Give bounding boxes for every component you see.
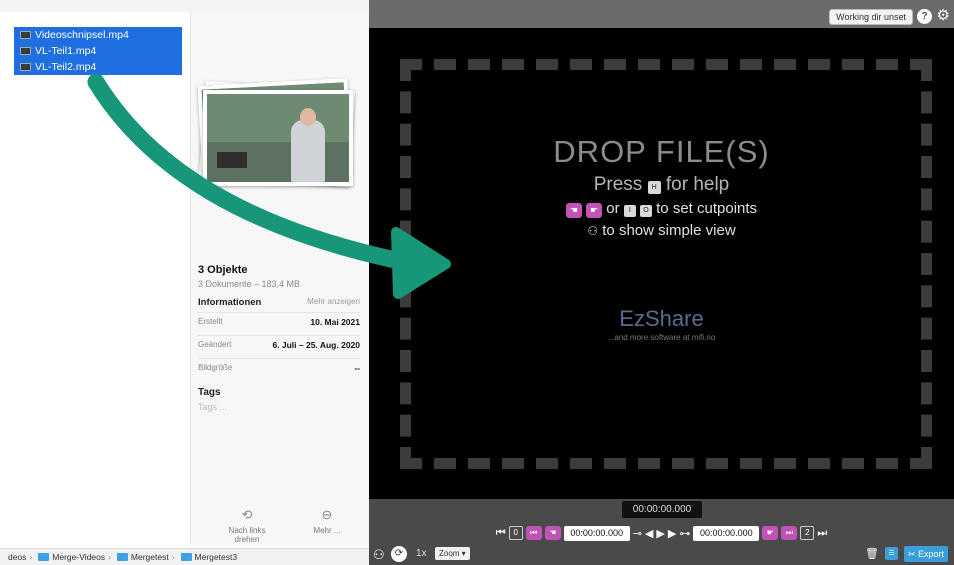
finder-toolbar <box>0 0 369 12</box>
folder-icon <box>38 553 50 561</box>
video-file-icon <box>20 47 31 55</box>
simple-view-hint: ⚇ to show simple view <box>587 222 736 239</box>
more-button[interactable]: ⊖ Mehr ... <box>302 507 352 544</box>
action-label: Nach links drehen <box>228 526 266 544</box>
info-key: Bildgröße <box>198 363 233 372</box>
simple-mode-toggle-icon[interactable]: ⚇ <box>373 547 385 563</box>
playback-controls: ⏮ 0 ⏮ ☚ 00:00:00.000 ⊸ ◀ ▶ ▶ ⊶ 00:00:00.… <box>369 524 954 542</box>
export-button[interactable]: ✂ Export <box>904 546 949 562</box>
file-row[interactable]: Videoschnipsel.mp4 <box>14 27 182 43</box>
jump-cut-end-icon[interactable]: ⏭ <box>781 526 798 540</box>
working-dir-button[interactable]: Working dir unset <box>829 9 913 25</box>
set-start-hand-icon: ☚ <box>565 203 582 218</box>
current-time-display[interactable]: 00:00:00.000 <box>622 501 702 518</box>
info-value: 10. Mai 2021 <box>310 317 360 327</box>
set-cut-start-icon[interactable]: ☚ <box>544 526 561 540</box>
file-name: VL-Teil1.mp4 <box>35 45 97 57</box>
preview-thumbnail-stack <box>197 78 358 190</box>
file-row[interactable]: VL-Teil2.mp4 <box>14 59 182 75</box>
path-segment[interactable]: Mergetest <box>131 552 169 562</box>
info-key: Erstellt <box>198 317 223 326</box>
file-name: VL-Teil2.mp4 <box>35 61 97 73</box>
more-icon: ⊖ <box>321 507 333 522</box>
file-list: Videoschnipsel.mp4 VL-Teil1.mp4 VL-Teil2… <box>14 27 182 75</box>
key-h-icon: H <box>647 181 661 194</box>
control-panel: 00:00:00.000 ⏮ 0 ⏮ ☚ 00:00:00.000 ⊸ ◀ ▶ … <box>369 499 954 565</box>
help-icon[interactable]: ? <box>917 9 932 24</box>
summary-title: 3 Objekte <box>198 264 248 276</box>
play-icon[interactable]: ▶ <box>656 527 664 540</box>
summary-subtitle: 3 Dokumente – 183,4 MB <box>198 279 301 289</box>
info-row-modified: Geändert 6. Juli – 25. Aug. 2020 <box>198 335 360 354</box>
brand-name[interactable]: EzShare <box>369 306 954 332</box>
start-segment-number[interactable]: 0 <box>508 526 523 540</box>
show-more-link[interactable]: Mehr anzeigen <box>307 297 360 308</box>
folder-icon <box>116 553 128 561</box>
video-file-icon <box>20 63 31 71</box>
simple-mode-icon: ⚇ <box>587 224 599 238</box>
drop-zone[interactable] <box>400 59 932 469</box>
path-bar: deos › Merge-Videos › Mergetest › Merget… <box>0 548 369 565</box>
brand-block: EzShare ...and more software at mifi.no <box>369 306 954 342</box>
video-file-icon <box>20 31 31 39</box>
set-cut-end-icon[interactable]: ☛ <box>762 526 779 540</box>
file-row[interactable]: VL-Teil1.mp4 <box>14 43 182 59</box>
rotate-left-icon: ⟲ <box>241 507 253 522</box>
cutpoint-hint: ☚ ☛ or I O to set cutpoints <box>369 200 954 218</box>
trash-icon[interactable]: 🗑 <box>865 547 879 560</box>
info-row-created: Erstellt 10. Mai 2021 <box>198 312 360 331</box>
action-label: Mehr ... <box>313 526 341 535</box>
drop-title: DROP FILE(S) <box>553 134 770 169</box>
set-end-hand-icon: ☛ <box>586 203 603 218</box>
tags-label: Tags <box>198 387 221 398</box>
finder-window: Videoschnipsel.mp4 VL-Teil1.mp4 VL-Teil2… <box>0 0 369 565</box>
folder-icon <box>180 553 192 561</box>
tags-input[interactable]: Tags ... <box>198 402 360 412</box>
info-row-image-size: Bildgröße -- <box>198 358 360 377</box>
zoom-select[interactable]: Zoom ▾ <box>435 547 470 560</box>
jump-end-icon[interactable]: ⏭ <box>817 527 827 540</box>
step-back-icon[interactable]: ◀ <box>645 527 653 540</box>
info-value: 6. Juli – 25. Aug. 2020 <box>272 340 360 350</box>
path-segment[interactable]: deos <box>8 552 26 562</box>
cut-start-time-input[interactable]: 00:00:00.000 <box>563 525 630 541</box>
rotate-left-button[interactable]: ⟲ Nach links drehen <box>222 507 272 544</box>
key-i-icon: I <box>623 205 636 217</box>
info-key: Geändert <box>198 340 232 349</box>
key-end-icon[interactable]: ⊶ <box>679 527 690 540</box>
help-hint: Press H for help <box>593 174 730 195</box>
brand-subtitle: ...and more software at mifi.no <box>607 333 716 342</box>
segments-list-icon[interactable]: ☰ <box>885 547 898 560</box>
key-o-icon: O <box>639 205 652 217</box>
info-value: -- <box>354 363 360 373</box>
step-forward-icon[interactable]: ▶ <box>668 527 676 540</box>
path-segment[interactable]: Merge-Videos <box>52 552 105 562</box>
top-bar: Working dir unset ? ⚙ <box>369 0 954 28</box>
rotation-icon[interactable]: ⟳ <box>391 546 407 562</box>
file-name: Videoschnipsel.mp4 <box>35 29 129 41</box>
quick-actions: ⟲ Nach links drehen ⊖ Mehr ... <box>222 507 352 544</box>
drop-instructions: DROP FILE(S) Press H for help ☚ ☛ or I O… <box>369 134 954 239</box>
playback-speed[interactable]: 1x <box>416 548 427 559</box>
key-start-icon[interactable]: ⊸ <box>633 527 642 540</box>
preview-thumbnail-front <box>203 90 353 186</box>
jump-start-icon[interactable]: ⏮ <box>496 527 506 540</box>
gear-icon[interactable]: ⚙ <box>937 7 950 25</box>
info-panel: 3 Objekte 3 Dokumente – 183,4 MB Informa… <box>198 264 360 412</box>
info-header: Informationen <box>198 297 262 308</box>
end-segment-number[interactable]: 2 <box>800 526 815 540</box>
path-segment[interactable]: Mergetest3 <box>195 552 238 562</box>
bottom-toolbar: ⚇ ⟳ 1x Zoom ▾ 🗑 ☰ ✂ Export <box>369 545 954 565</box>
cut-end-time-input[interactable]: 00:00:00.000 <box>693 525 760 541</box>
video-editor-window: Working dir unset ? ⚙ DROP FILE(S) Press… <box>369 0 954 565</box>
jump-cut-start-icon[interactable]: ⏮ <box>525 526 542 540</box>
